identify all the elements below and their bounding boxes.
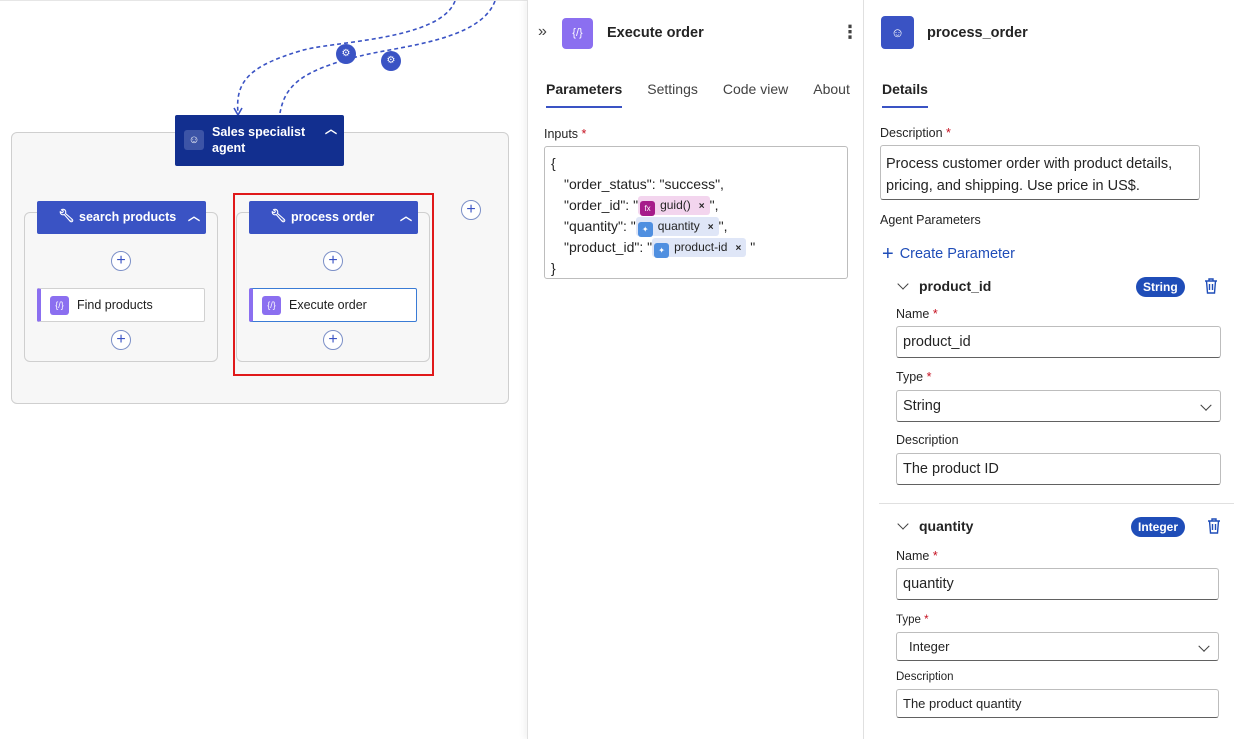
inputs-editor[interactable]: { "order_status": "success", "order_id":… (544, 146, 848, 279)
action-label: Find products (77, 298, 153, 312)
code-braces-icon: {/} (562, 18, 593, 49)
panel-title: Execute order (607, 25, 704, 41)
tab-details[interactable]: Details (882, 81, 928, 108)
code-braces-icon: {/} (50, 296, 69, 315)
remove-token-icon[interactable]: × (735, 243, 741, 254)
wrench-icon: 🔧︎ (58, 208, 75, 223)
description-label: Description * (880, 126, 951, 140)
inputs-label: Inputs * (544, 127, 587, 141)
handoff-badge-icon[interactable]: ⚙ (381, 51, 401, 71)
robot-icon: ☺ (881, 16, 914, 49)
panel-title: process_order (927, 25, 1028, 41)
code-line-order-status: "order_status": "success", (564, 176, 724, 192)
function-icon: fx (640, 201, 656, 216)
plus-icon: + (882, 243, 894, 265)
details-panel: ☺ process_order Details Description * Pr… (863, 0, 1250, 739)
name-label: Name * (896, 307, 938, 321)
add-step-button[interactable]: + (111, 330, 131, 350)
code-line-product-id: "product_id": " ✦ product-id × " (551, 237, 841, 258)
code-line-quantity: "quantity": " ✦ quantity × ", (551, 216, 841, 237)
parameter-token[interactable]: ✦ quantity × (635, 217, 719, 237)
agent-node[interactable]: ☺ Sales specialist agent ︿ (175, 115, 344, 166)
param-description-label: Description (896, 671, 954, 683)
delete-icon[interactable] (1203, 277, 1219, 295)
tab-settings[interactable]: Settings (647, 81, 698, 108)
param-type-select[interactable]: Integer (896, 632, 1219, 661)
agent-node-label: Sales specialist agent (212, 125, 306, 155)
name-label: Name * (896, 549, 938, 563)
workflow-canvas[interactable]: ⚙ ⚙ ☺ Sales specialist agent ︿ 🔧︎ search… (0, 0, 527, 739)
chevron-down-icon (1200, 399, 1212, 411)
type-badge: String (1136, 277, 1185, 297)
delete-icon[interactable] (1206, 517, 1222, 535)
code-open-brace: { (551, 155, 556, 171)
agent-parameter-icon: ✦ (654, 243, 670, 258)
tab-parameters[interactable]: Parameters (546, 81, 623, 108)
parameter-token[interactable]: ✦ product-id × (652, 238, 747, 258)
chevron-down-icon (1198, 640, 1210, 652)
param-name-input[interactable]: quantity (896, 568, 1219, 600)
tab-code-view[interactable]: Code view (723, 81, 788, 108)
divider (879, 503, 1234, 504)
agent-parameters-label: Agent Parameters (880, 213, 981, 227)
chevron-up-icon[interactable]: ︿ (325, 121, 337, 137)
param-description-input[interactable]: The product ID (896, 453, 1221, 485)
tool-label: search products (79, 210, 177, 224)
agent-parameter-icon: ✦ (637, 222, 653, 237)
param-name-input[interactable]: product_id (896, 326, 1221, 358)
param-description-input[interactable]: The product quantity (896, 689, 1219, 718)
selection-highlight (233, 193, 434, 376)
chevron-up-icon[interactable]: ︿ (188, 207, 200, 224)
panel-tabs: Parameters Settings Code view About (546, 81, 850, 108)
chevron-down-icon (897, 278, 909, 290)
description-textarea[interactable]: Process customer order with product deta… (880, 145, 1200, 200)
param-header-quantity[interactable]: quantity (895, 518, 973, 534)
expression-token[interactable]: fx guid() × (638, 196, 710, 216)
chevron-down-icon (897, 518, 909, 530)
robot-icon: ☺ (184, 130, 204, 150)
add-tool-button[interactable]: + (461, 200, 481, 220)
tab-about[interactable]: About (813, 81, 850, 108)
type-label: Type * (896, 370, 932, 384)
more-options-icon[interactable]: ⋮ (841, 22, 859, 43)
create-parameter-button[interactable]: + Create Parameter (882, 243, 1015, 266)
param-description-label: Description (896, 433, 959, 447)
handoff-badge-icon[interactable]: ⚙ (336, 44, 356, 64)
add-step-button[interactable]: + (111, 251, 131, 271)
param-type-select[interactable]: String (896, 390, 1221, 422)
code-close-brace: } (551, 260, 556, 276)
action-node-find-products[interactable]: {/} Find products (37, 288, 205, 322)
details-tabs: Details (882, 81, 953, 108)
type-label: Type * (896, 614, 929, 626)
remove-token-icon[interactable]: × (699, 201, 705, 212)
code-line-order-id: "order_id": " fx guid() × ", (551, 195, 841, 216)
param-header-product-id[interactable]: product_id (895, 278, 991, 294)
collapse-panel-icon[interactable]: » (538, 23, 547, 41)
tool-header-search-products[interactable]: 🔧︎ search products ︿ (37, 201, 206, 234)
action-panel: » {/} Execute order ⋮ Parameters Setting… (527, 0, 863, 739)
type-badge: Integer (1131, 517, 1186, 537)
remove-token-icon[interactable]: × (708, 222, 714, 233)
